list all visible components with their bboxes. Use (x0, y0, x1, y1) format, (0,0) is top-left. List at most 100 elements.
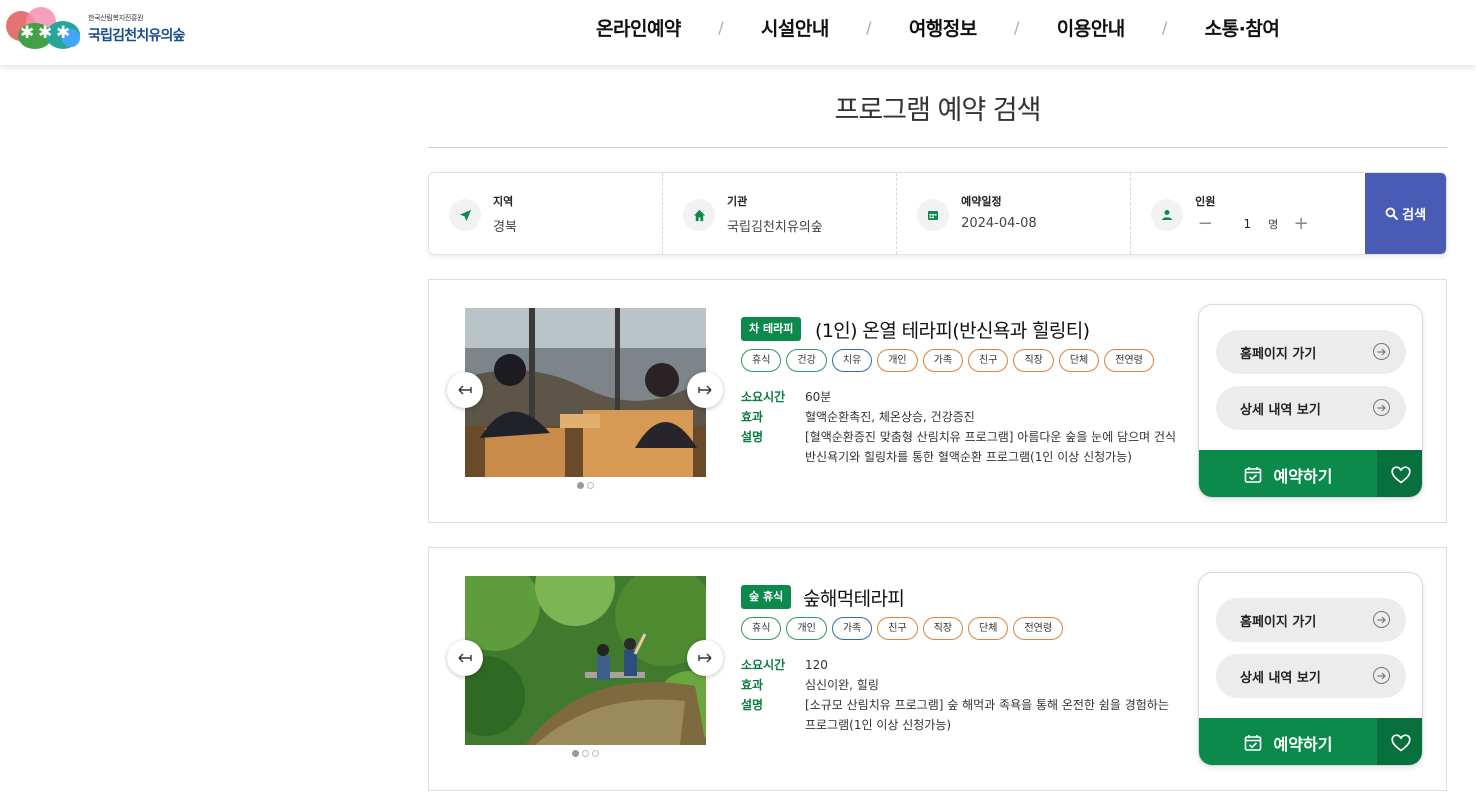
carousel-prev-button[interactable] (447, 372, 483, 408)
detail-button[interactable]: 상세 내역 보기 (1216, 654, 1406, 698)
logo-subtitle: 한국산림복지진흥원 (88, 14, 144, 22)
arrow-left-icon (458, 653, 472, 663)
nav-usage-guide[interactable]: 이용안내 (1057, 14, 1125, 41)
carousel-next-button[interactable] (687, 372, 723, 408)
arrow-circle-right-icon (1373, 611, 1390, 628)
description-value: [혈액순환증진 맞춤형 산림치유 프로그램] 아름다운 숲을 눈에 담으며 건식… (805, 430, 1177, 464)
arrow-right-icon (698, 653, 712, 663)
arrow-right-icon (698, 385, 712, 395)
arrow-circle-right-icon (1373, 343, 1390, 360)
arrow-circle-right-icon (1373, 399, 1390, 416)
favorite-button[interactable] (1377, 718, 1422, 765)
action-panel: 홈페이지 가기 상세 내역 보기 예약하기 (1198, 572, 1423, 766)
tag: 건강 (786, 349, 827, 372)
category-badge: 숲 휴식 (741, 585, 792, 609)
site-logo[interactable]: ✱ ✱ ✱ 한국산림복지진흥원 국립김천치유의숲 (6, 7, 196, 51)
effect-value: 심신이완, 힐링 (805, 678, 879, 692)
institution-label: 기관 (727, 195, 748, 208)
homepage-button-label: 홈페이지 가기 (1240, 614, 1317, 630)
detail-button-label: 상세 내역 보기 (1240, 402, 1321, 418)
carousel-dot[interactable] (587, 482, 594, 489)
carousel-dot[interactable] (572, 750, 579, 757)
homepage-button[interactable]: 홈페이지 가기 (1216, 330, 1406, 374)
date-field[interactable]: 예약일정 2024-04-08 (897, 173, 1132, 254)
tag: 직장 (922, 617, 964, 640)
heart-icon (1390, 733, 1411, 752)
homepage-button-label: 홈페이지 가기 (1240, 346, 1317, 362)
nav-facilities[interactable]: 시설안내 (761, 14, 829, 41)
logo-name: 국립김천치유의숲 (88, 28, 185, 44)
tag-list: 휴식 건강 치유 개인 가족 친구 직장 단체 전연령 (741, 349, 1154, 372)
program-photo (465, 576, 706, 745)
detail-button-label: 상세 내역 보기 (1240, 670, 1321, 686)
tag-list: 휴식 개인 가족 친구 직장 단체 전연령 (741, 617, 1064, 640)
nav-separator: / (1014, 17, 1020, 37)
detail-button[interactable]: 상세 내역 보기 (1216, 386, 1406, 430)
duration-value: 120 (805, 658, 828, 672)
nav-travel-info[interactable]: 여행정보 (909, 14, 977, 41)
carousel-dot[interactable] (592, 750, 599, 757)
search-button[interactable]: 검색 (1365, 173, 1446, 254)
arrow-circle-right-icon (1373, 667, 1390, 684)
arrow-left-icon (458, 385, 472, 395)
date-value: 2024-04-08 (961, 216, 1037, 231)
tag: 전연령 (1013, 617, 1064, 640)
increase-button[interactable]: + (1291, 215, 1311, 233)
nav-online-reservation[interactable]: 온라인예약 (596, 14, 681, 41)
institution-field[interactable]: 기관 국립김천치유의숲 (663, 173, 898, 254)
date-label: 예약일정 (961, 195, 1002, 208)
title-divider (428, 147, 1447, 148)
person-icon (1151, 199, 1184, 231)
tag: 친구 (968, 349, 1009, 372)
calendar-icon (917, 199, 950, 231)
people-field: 인원 − 1 명 + (1131, 173, 1365, 254)
tag: 치유 (831, 349, 873, 372)
effect-label: 효과 (741, 410, 764, 424)
region-value: 경북 (493, 220, 517, 235)
tag: 가족 (922, 349, 964, 372)
search-icon (1385, 207, 1399, 220)
institution-value: 국립김천치유의숲 (727, 220, 823, 235)
program-title[interactable]: 숲해먹테라피 (803, 584, 905, 611)
page-title: 프로그램 예약 검색 (834, 95, 1042, 126)
heart-icon (1390, 465, 1411, 484)
calendar-check-icon (1244, 466, 1261, 483)
tag: 개인 (786, 617, 827, 640)
category-badge: 차 테라피 (741, 317, 802, 341)
tag: 단체 (1058, 349, 1100, 372)
duration-label: 소요시간 (741, 658, 786, 672)
people-count[interactable]: 1 (1215, 217, 1252, 231)
program-photo (465, 308, 706, 477)
description-value: [소규모 산림치유 프로그램] 숲 해먹과 족욕을 통해 온전한 쉼을 경험하는… (805, 698, 1169, 732)
reserve-button[interactable]: 예약하기 (1199, 450, 1377, 497)
tag: 직장 (1013, 349, 1054, 372)
decrease-button[interactable]: − (1195, 215, 1215, 233)
nav-community[interactable]: 소통·참여 (1205, 14, 1280, 41)
effect-label: 효과 (741, 678, 764, 692)
location-arrow-icon (449, 199, 481, 231)
logo-emblem-icon: ✱ ✱ ✱ (6, 7, 82, 51)
carousel-dot[interactable] (582, 750, 589, 757)
carousel-next-button[interactable] (687, 640, 723, 676)
carousel-dot[interactable] (577, 482, 584, 489)
duration-value: 60분 (805, 390, 832, 404)
search-bar: 지역 경북 기관 국립김천치유의숲 예약일정 2024-04-08 인원 − 1… (428, 172, 1447, 255)
program-info: 소요시간 120 효과 심신이완, 힐링 설명 [소규모 산림치유 프로그램] 숲 해… (741, 655, 1181, 735)
carousel-dots (465, 750, 706, 757)
calendar-check-icon (1244, 734, 1261, 751)
reserve-button[interactable]: 예약하기 (1199, 718, 1377, 765)
program-title[interactable]: (1인) 온열 테라피(반신욕과 힐링티) (815, 316, 1090, 343)
home-icon (683, 199, 716, 231)
people-stepper: − 1 명 + (1195, 215, 1345, 233)
region-label: 지역 (493, 195, 514, 208)
region-field[interactable]: 지역 경북 (429, 173, 664, 254)
search-button-label: 검색 (1402, 208, 1427, 223)
carousel-prev-button[interactable] (447, 640, 483, 676)
description-label: 설명 (741, 430, 764, 444)
duration-label: 소요시간 (741, 390, 786, 404)
description-label: 설명 (741, 698, 764, 712)
homepage-button[interactable]: 홈페이지 가기 (1216, 598, 1406, 642)
favorite-button[interactable] (1377, 450, 1422, 497)
effect-value: 혈액순환촉진, 체온상승, 건강증진 (805, 410, 975, 424)
tag: 휴식 (741, 349, 782, 372)
